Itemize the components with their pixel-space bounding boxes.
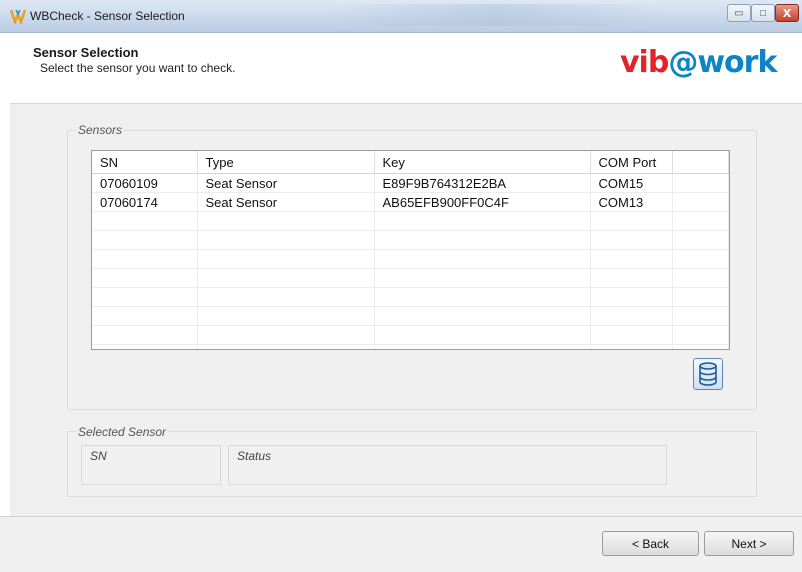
- empty-row: [92, 268, 729, 288]
- maximize-icon: □: [759, 7, 767, 19]
- column-header-com-port[interactable]: COM Port: [590, 151, 673, 174]
- cell-filler: [672, 192, 729, 212]
- sensors-legend: Sensors: [76, 123, 125, 137]
- wizard-body: Sensors SN Type Key COM Port 07060109 Se…: [10, 104, 802, 516]
- sensor-table[interactable]: SN Type Key COM Port 07060109 Seat Senso…: [91, 150, 730, 350]
- cell-com-port: COM15: [590, 173, 673, 193]
- close-button[interactable]: X: [775, 4, 799, 22]
- cell-key: AB65EFB900FF0C4F: [374, 192, 591, 212]
- empty-row: [92, 306, 729, 326]
- left-edge: [0, 33, 10, 516]
- empty-row: [92, 249, 729, 269]
- empty-row: [92, 287, 729, 307]
- page-subtitle: Select the sensor you want to check.: [40, 61, 236, 75]
- cell-key: E89F9B764312E2BA: [374, 173, 591, 193]
- minimize-icon: ▭: [734, 7, 744, 19]
- database-refresh-button[interactable]: [693, 358, 723, 390]
- cell-filler: [672, 173, 729, 193]
- back-button[interactable]: < Back: [602, 531, 699, 556]
- cell-com-port: COM13: [590, 192, 673, 212]
- page-title: Sensor Selection: [33, 45, 139, 60]
- cell-sn: 07060109: [92, 173, 198, 193]
- table-header-row: SN Type Key COM Port: [92, 151, 729, 174]
- empty-row: [92, 325, 729, 345]
- selected-sn-box: SN: [81, 445, 221, 485]
- wizard-footer: < Back Next >: [0, 516, 802, 572]
- title-bar: WBCheck - Sensor Selection ▭ □ X: [0, 0, 802, 33]
- selected-status-label: Status: [237, 449, 272, 463]
- minimize-button[interactable]: ▭: [727, 4, 751, 22]
- selected-status-box: Status: [228, 445, 667, 485]
- column-header-sn[interactable]: SN: [92, 151, 198, 174]
- database-icon: [699, 362, 717, 386]
- column-header-key[interactable]: Key: [374, 151, 591, 174]
- app-icon: [10, 9, 26, 24]
- wizard-header: Sensor Selection Select the sensor you w…: [0, 33, 802, 104]
- window-title: WBCheck - Sensor Selection: [30, 9, 185, 23]
- empty-row: [92, 344, 729, 349]
- empty-row: [92, 211, 729, 231]
- column-header-filler: [672, 151, 729, 174]
- column-header-type[interactable]: Type: [197, 151, 375, 174]
- table-row[interactable]: 07060174 Seat Sensor AB65EFB900FF0C4F CO…: [92, 192, 729, 212]
- cell-sn: 07060174: [92, 192, 198, 212]
- close-icon: X: [782, 6, 792, 20]
- table-row[interactable]: 07060109 Seat Sensor E89F9B764312E2BA CO…: [92, 173, 729, 193]
- cell-type: Seat Sensor: [197, 192, 375, 212]
- maximize-button[interactable]: □: [751, 4, 775, 22]
- empty-row: [92, 230, 729, 250]
- selected-sn-label: SN: [90, 449, 107, 463]
- selected-sensor-legend: Selected Sensor: [76, 425, 169, 439]
- vibatwork-logo: vib@work: [620, 45, 777, 80]
- cell-type: Seat Sensor: [197, 173, 375, 193]
- title-bar-background: [330, 4, 660, 26]
- next-button[interactable]: Next >: [704, 531, 794, 556]
